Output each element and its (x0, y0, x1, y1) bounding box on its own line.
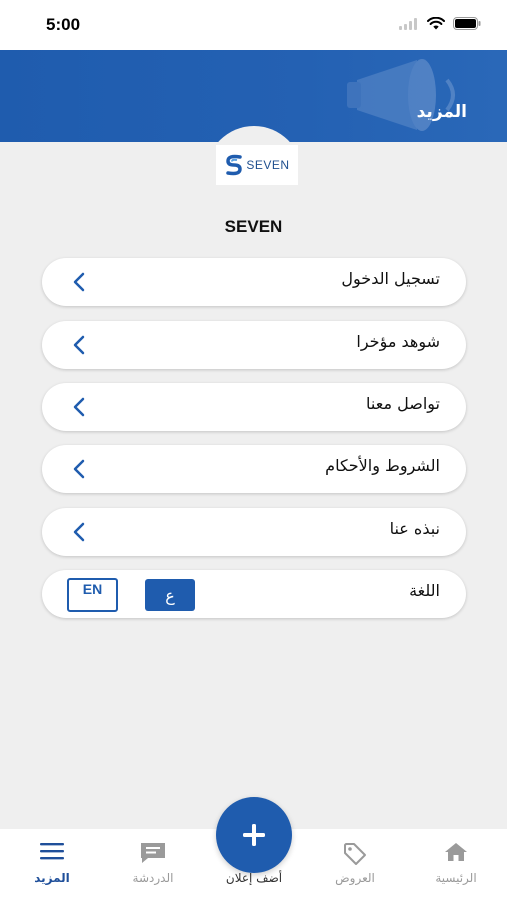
tab-chat[interactable]: الدردشة (103, 829, 203, 900)
logo: SEVEN (216, 145, 298, 185)
home-icon (445, 843, 467, 861)
tag-icon (344, 843, 366, 865)
logo-text: SEVEN (246, 158, 290, 172)
menu-item-language: اللغة ع EN (42, 570, 466, 618)
signal-icon (399, 17, 417, 30)
menu-item-about-us[interactable]: نبذه عنا (42, 508, 466, 556)
menu-item-label: تواصل معنا (366, 394, 440, 413)
menu-item-label: نبذه عنا (389, 519, 440, 538)
menu-item-label: الشروط والأحكام (325, 456, 440, 475)
battery-icon (453, 17, 481, 30)
add-ad-button[interactable] (216, 797, 292, 873)
tab-more[interactable]: المزيد (2, 829, 102, 900)
tab-offers-label: العروض (335, 871, 375, 885)
chevron-left-icon (73, 522, 85, 542)
tab-more-label: المزيد (34, 871, 70, 885)
status-time: 5:00 (46, 15, 81, 34)
megaphone-icon (347, 59, 455, 131)
brand-name: SEVEN (224, 217, 283, 236)
tab-offers[interactable]: العروض (305, 829, 405, 900)
menu-item-label: شوهد مؤخرا (356, 332, 440, 351)
language-arabic-button[interactable]: ع (145, 579, 195, 611)
chevron-left-icon (73, 335, 85, 355)
status-icons (399, 17, 481, 30)
tab-chat-label: الدردشة (132, 871, 174, 885)
seven-logo-icon (226, 154, 243, 176)
tab-add-ad-label: أضف إعلان (225, 871, 283, 885)
chevron-left-icon (73, 397, 85, 417)
wifi-icon (427, 17, 445, 30)
menu-item-label: تسجيل الدخول (341, 269, 440, 288)
tab-home[interactable]: الرئيسية (406, 829, 506, 900)
language-label: اللغة (409, 581, 440, 600)
menu-item-recently-viewed[interactable]: شوهد مؤخرا (42, 321, 466, 369)
menu-icon (40, 843, 64, 860)
status-bar: 5:00 (0, 0, 507, 50)
chat-icon (141, 843, 165, 863)
menu-item-contact-us[interactable]: تواصل معنا (42, 383, 466, 431)
language-english-button[interactable]: EN (67, 578, 118, 612)
menu-item-terms[interactable]: الشروط والأحكام (42, 445, 466, 493)
tab-home-label: الرئيسية (435, 871, 477, 885)
chevron-left-icon (73, 272, 85, 292)
page-title: المزيد (416, 102, 467, 122)
chevron-left-icon (73, 459, 85, 479)
menu-item-login[interactable]: تسجيل الدخول (42, 258, 466, 306)
plus-icon (243, 824, 265, 846)
